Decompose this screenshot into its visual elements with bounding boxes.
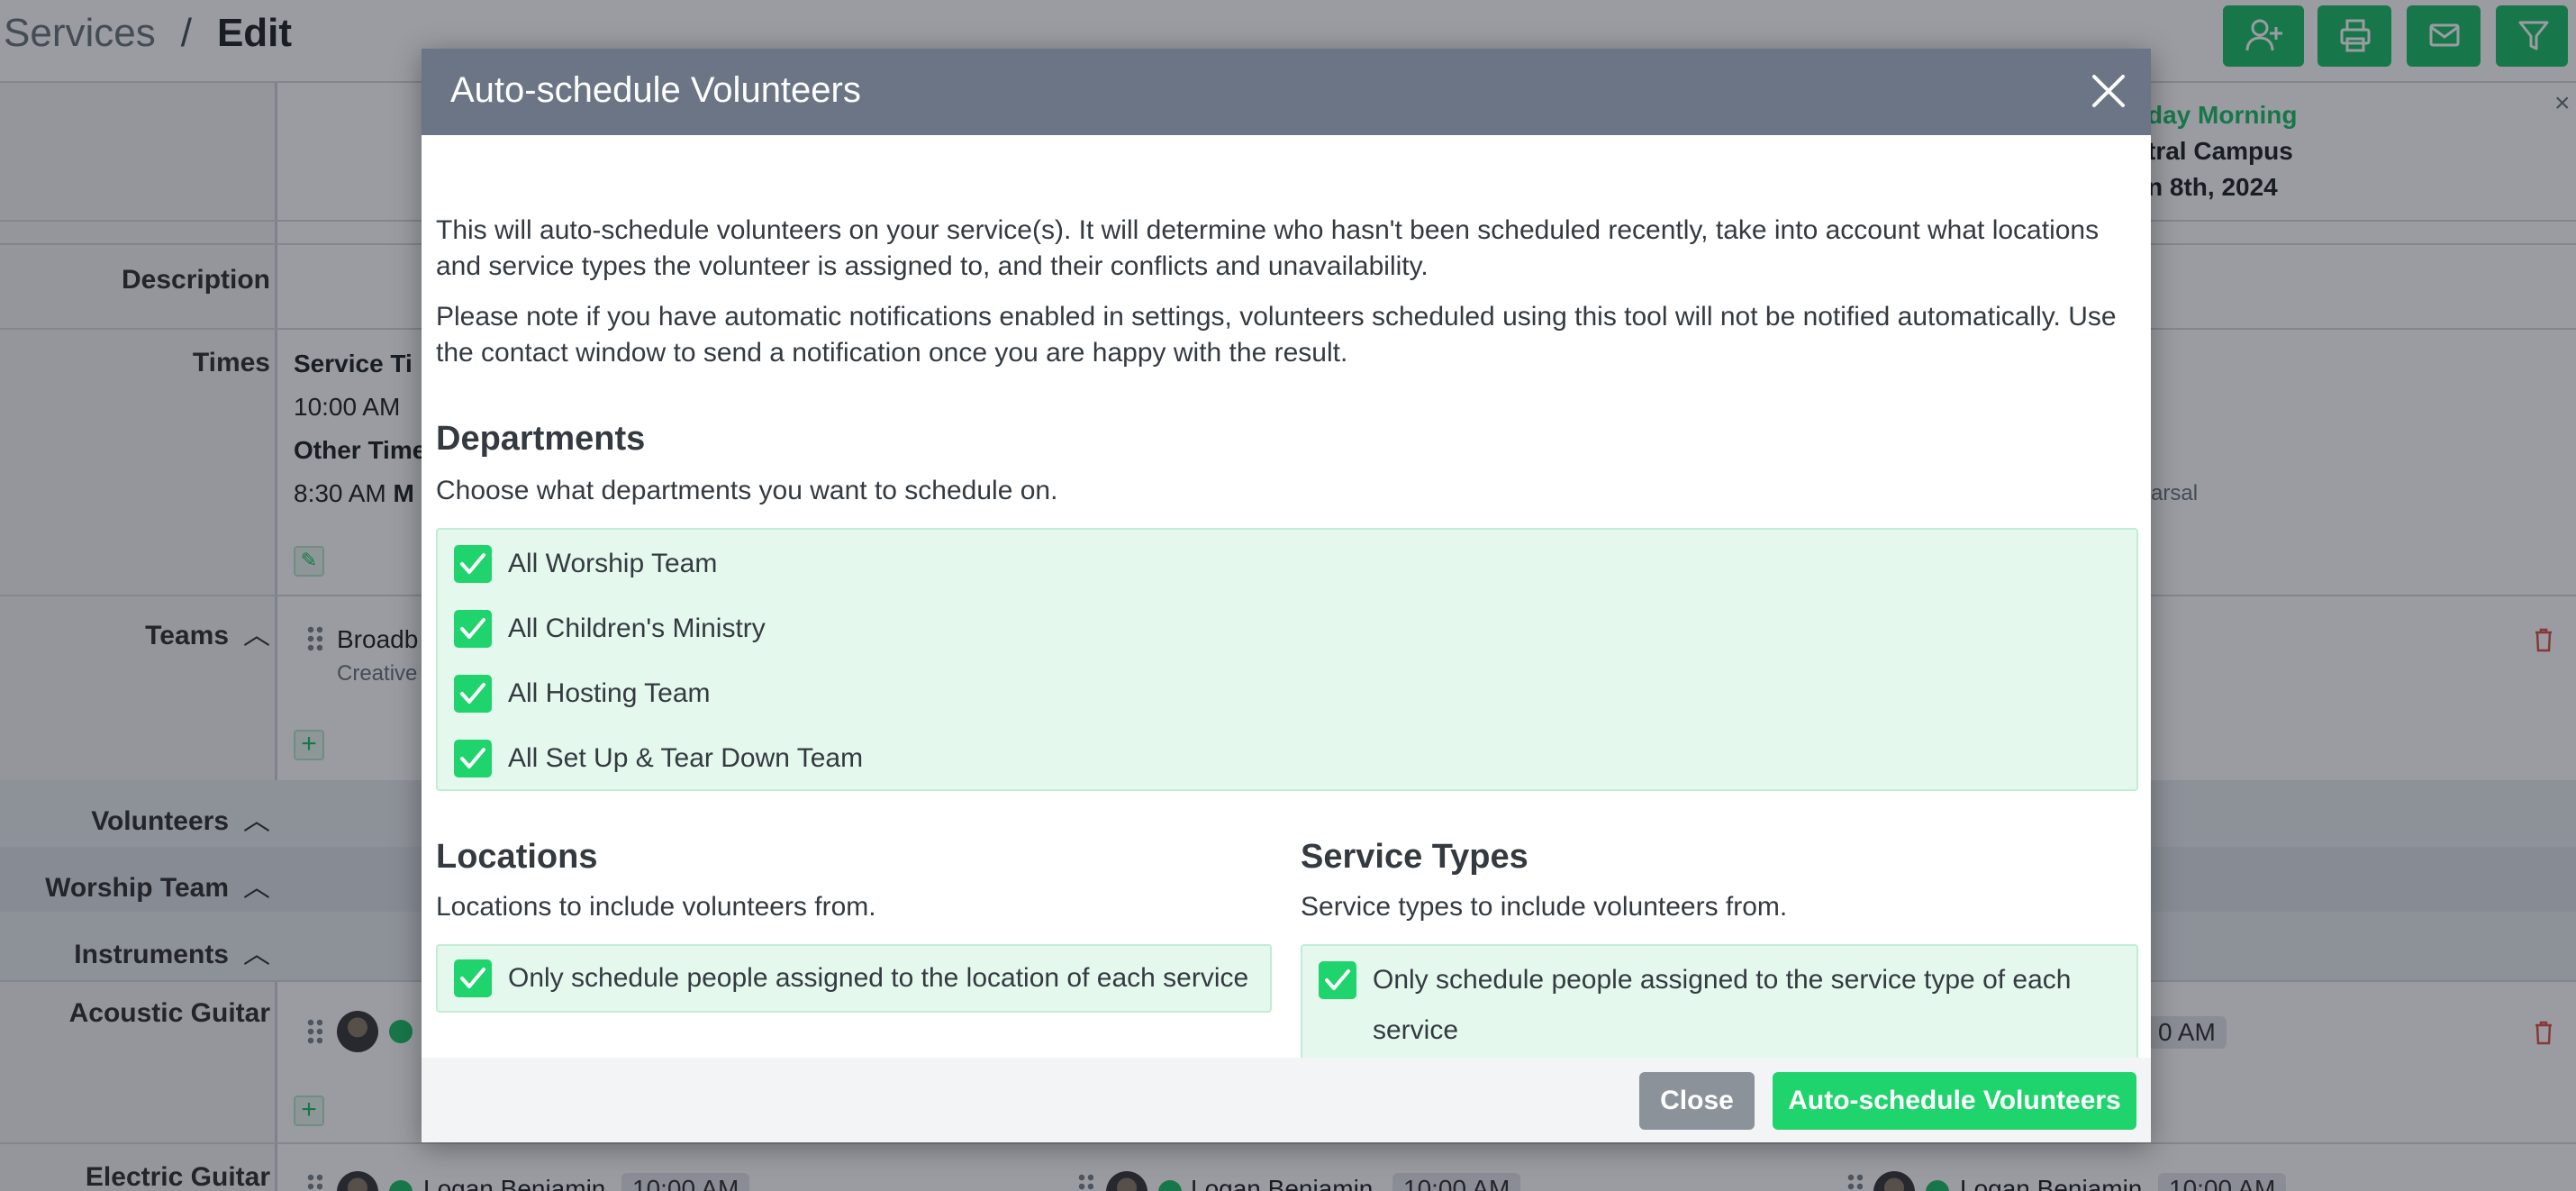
auto-schedule-button[interactable]: Auto-schedule Volunteers <box>1773 1072 2136 1130</box>
department-checkbox-childrens[interactable]: All Children's Ministry <box>454 609 766 649</box>
location-checkbox[interactable]: Only schedule people assigned to the loc… <box>454 959 1248 998</box>
department-label: All Children's Ministry <box>508 614 766 643</box>
auto-schedule-modal: Auto-schedule Volunteers This will auto-… <box>422 49 2151 1142</box>
modal-header: Auto-schedule Volunteers <box>422 49 2151 135</box>
locations-heading: Locations <box>436 838 598 876</box>
service-types-heading: Service Types <box>1301 838 1528 876</box>
service-type-checkbox[interactable] <box>1319 960 1356 1000</box>
department-checkbox-worship[interactable]: All Worship Team <box>454 544 717 584</box>
check-icon <box>460 553 485 574</box>
intro-paragraph: This will auto-schedule volunteers on yo… <box>436 215 2100 281</box>
checkbox-checked[interactable] <box>454 610 492 648</box>
department-checkbox-hosting[interactable]: All Hosting Team <box>454 674 711 714</box>
close-icon[interactable] <box>2086 68 2131 114</box>
close-button[interactable]: Close <box>1639 1072 1755 1130</box>
check-icon <box>460 748 485 768</box>
service-types-subtitle: Service types to include volunteers from… <box>1301 892 1788 922</box>
checkbox-checked[interactable] <box>454 740 492 777</box>
notification-note: Please note if you have automatic notifi… <box>436 302 2117 368</box>
department-label: All Set Up & Tear Down Team <box>508 743 864 773</box>
check-icon <box>460 618 485 639</box>
modal-footer: Close Auto-schedule Volunteers <box>422 1058 2151 1142</box>
location-option-label: Only schedule people assigned to the loc… <box>508 963 1249 993</box>
check-icon <box>460 968 485 988</box>
checkbox-checked[interactable] <box>454 545 492 583</box>
checkbox-checked[interactable] <box>1319 961 1356 999</box>
department-label: All Hosting Team <box>508 678 711 708</box>
service-types-panel: Only schedule people assigned to the ser… <box>1301 944 2138 1063</box>
locations-panel: Only schedule people assigned to the loc… <box>436 944 1272 1013</box>
departments-panel: All Worship Team All Children's Ministry… <box>436 528 2138 791</box>
checkbox-checked[interactable] <box>454 959 492 997</box>
locations-subtitle: Locations to include volunteers from. <box>436 892 876 922</box>
checkbox-checked[interactable] <box>454 675 492 713</box>
check-icon <box>460 683 485 704</box>
department-checkbox-setup[interactable]: All Set Up & Tear Down Team <box>454 739 863 778</box>
departments-heading: Departments <box>436 420 646 458</box>
modal-title: Auto-schedule Volunteers <box>450 70 861 110</box>
check-icon <box>1325 969 1350 990</box>
department-label: All Worship Team <box>508 549 718 578</box>
departments-subtitle: Choose what departments you want to sche… <box>436 476 1058 505</box>
service-type-option-label: Only schedule people assigned to the ser… <box>1373 965 2072 1045</box>
